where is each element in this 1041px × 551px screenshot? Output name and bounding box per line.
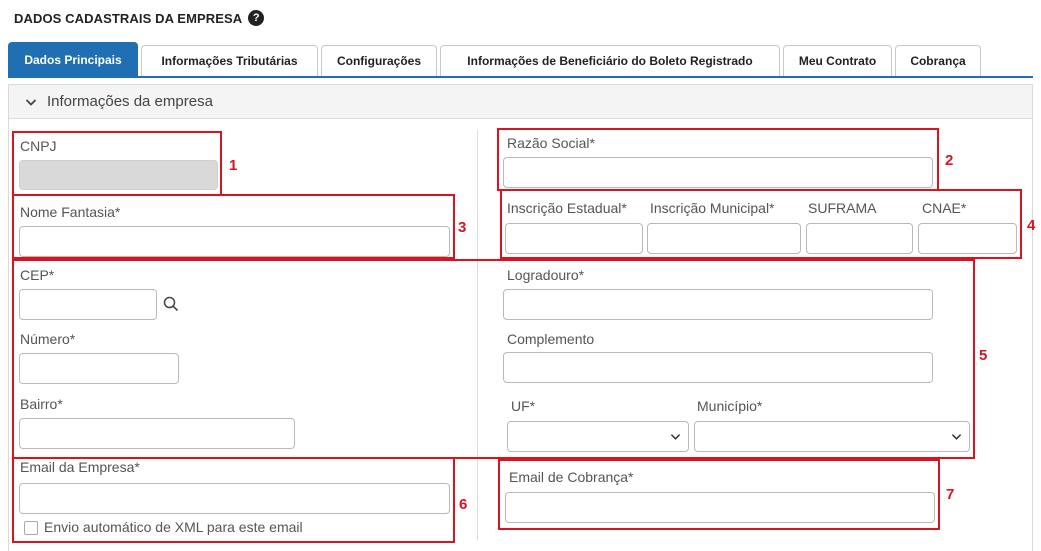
tab-label: Dados Principais (24, 52, 122, 67)
tab-meu-contrato[interactable]: Meu Contrato (783, 45, 892, 76)
razao-social-field[interactable] (503, 157, 933, 188)
inscricao-municipal-field[interactable] (647, 223, 801, 254)
email-cobranca-field[interactable] (505, 492, 935, 523)
envio-xml-label: Envio automático de XML para este email (44, 519, 303, 535)
razao-social-label: Razão Social* (507, 135, 595, 151)
inscricao-estadual-field[interactable] (505, 223, 643, 254)
logradouro-label: Logradouro* (507, 267, 585, 283)
cnpj-label: CNPJ (20, 138, 57, 154)
email-cobranca-label: Email de Cobrança* (509, 469, 634, 485)
inscricao-municipal-label: Inscrição Municipal* (650, 200, 775, 216)
annotation-number-7: 7 (946, 486, 955, 503)
suframa-field[interactable] (806, 223, 913, 254)
complemento-field[interactable] (503, 352, 933, 383)
column-divider (477, 130, 478, 540)
bairro-field[interactable] (19, 418, 295, 449)
page-title-text: DADOS CADASTRAIS DA EMPRESA (14, 10, 243, 26)
annotation-number-5: 5 (979, 347, 988, 364)
envio-xml-checkbox[interactable] (24, 521, 38, 535)
uf-label: UF* (511, 398, 536, 414)
nome-fantasia-field[interactable] (19, 226, 450, 257)
chevron-down-icon (670, 434, 681, 440)
cnae-field[interactable] (918, 223, 1017, 254)
chevron-down-icon (25, 98, 37, 106)
tab-underline (8, 76, 1033, 78)
annotation-number-3: 3 (458, 219, 467, 236)
cnpj-field (19, 160, 218, 190)
page-title: DADOS CADASTRAIS DA EMPRESA ? (14, 10, 265, 26)
cep-label: CEP* (20, 267, 55, 283)
complemento-label: Complemento (507, 331, 595, 347)
email-empresa-label: Email da Empresa* (20, 459, 140, 475)
cnae-label: CNAE* (922, 200, 967, 216)
email-empresa-field[interactable] (19, 483, 450, 514)
numero-field[interactable] (19, 353, 179, 384)
tab-label: Informações Tributárias (161, 54, 298, 68)
tab-dados-principais[interactable]: Dados Principais (8, 42, 138, 76)
tab-informacoes-tributarias[interactable]: Informações Tributárias (141, 45, 318, 76)
help-icon[interactable]: ? (248, 10, 265, 26)
tab-cobranca[interactable]: Cobrança (895, 45, 981, 76)
inscricao-estadual-label: Inscrição Estadual* (507, 200, 627, 216)
numero-label: Número* (20, 331, 76, 347)
tab-configuracoes[interactable]: Configurações (321, 45, 437, 76)
annotation-number-1: 1 (229, 157, 238, 174)
tab-label: Informações de Beneficiário do Boleto Re… (467, 54, 753, 68)
tab-label: Meu Contrato (798, 54, 877, 68)
search-icon[interactable] (163, 296, 179, 312)
logradouro-field[interactable] (503, 289, 933, 320)
annotation-number-4: 4 (1027, 217, 1036, 234)
uf-select[interactable] (507, 421, 689, 452)
nome-fantasia-label: Nome Fantasia* (20, 204, 121, 220)
cep-field[interactable] (19, 289, 157, 320)
suframa-label: SUFRAMA (808, 200, 877, 216)
annotation-number-6: 6 (459, 496, 468, 513)
municipio-select[interactable] (694, 421, 970, 452)
annotation-number-2: 2 (945, 152, 954, 169)
municipio-label: Município* (697, 398, 763, 414)
tab-label: Configurações (336, 54, 421, 68)
tab-bar: Dados Principais Informações Tributárias… (8, 40, 1033, 76)
bairro-label: Bairro* (20, 396, 63, 412)
section-title: Informações da empresa (47, 93, 213, 110)
section-header[interactable]: Informações da empresa (9, 85, 1032, 119)
chevron-down-icon (951, 434, 962, 440)
tab-label: Cobrança (910, 54, 966, 68)
tab-beneficiario-boleto[interactable]: Informações de Beneficiário do Boleto Re… (440, 45, 780, 76)
